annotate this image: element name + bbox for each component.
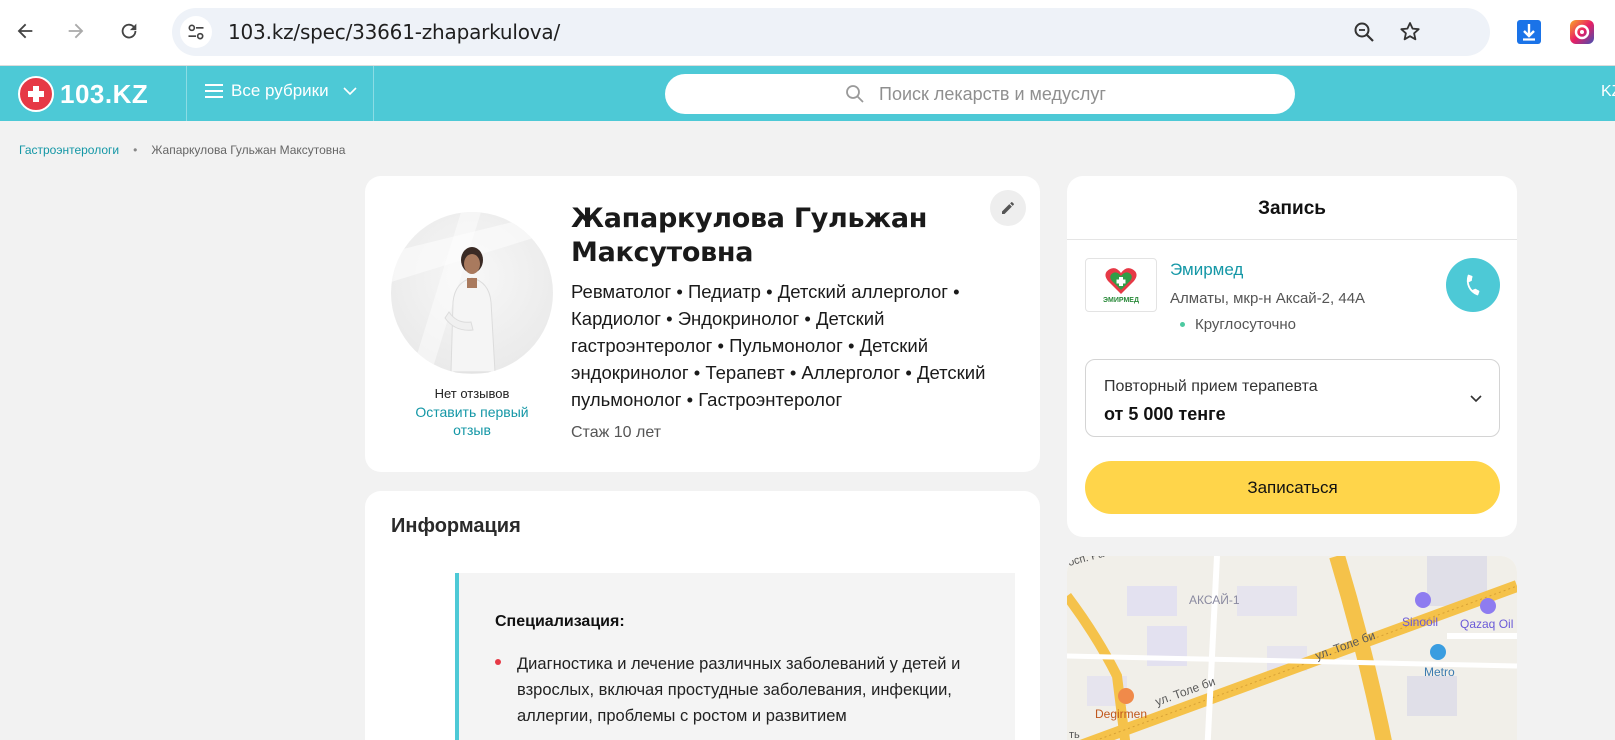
breadcrumb-current: Жапаркулова Гульжан Максутовна <box>151 143 346 157</box>
booking-title: Запись <box>1258 198 1326 219</box>
browser-toolbar: 103.kz/spec/33661-zhaparkulova/ <box>0 0 1615 66</box>
doctor-experience: Стаж 10 лет <box>571 424 662 441</box>
reload-icon <box>121 23 137 39</box>
open-status-dot <box>1180 322 1185 327</box>
clinic-logo[interactable]: ЭМИРМЕД <box>1085 258 1157 312</box>
doctor-name: Жапаркулова Гульжан Максутовна <box>571 203 928 268</box>
service-select[interactable]: Повторный прием терапевта от 5 000 тенге <box>1085 359 1500 437</box>
site-logo[interactable]: 103.KZ <box>18 76 148 112</box>
tune-icon <box>188 24 204 40</box>
forward-button[interactable] <box>59 14 93 48</box>
reload-button[interactable] <box>112 14 146 48</box>
heart-logo-icon <box>1105 268 1137 294</box>
clinic-hours-text: Круглосуточно <box>1195 316 1296 333</box>
map-street-label: ть <box>1069 729 1080 740</box>
header-divider <box>186 66 187 121</box>
search-icon <box>846 85 864 103</box>
hamburger-icon <box>205 84 223 98</box>
specialization-text: Диагностика и лечение различных заболева… <box>517 655 961 725</box>
bullet-icon <box>495 659 501 665</box>
map-poi-label: Degirmen <box>1095 707 1147 721</box>
extension-icon[interactable] <box>1568 18 1596 46</box>
no-reviews-text: Нет отзывов <box>434 386 510 401</box>
chevron-down-icon <box>343 87 357 96</box>
site-info-button[interactable] <box>180 16 212 48</box>
address-bar[interactable]: 103.kz/spec/33661-zhaparkulova/ <box>172 8 1490 56</box>
book-appointment-button[interactable]: Записаться <box>1085 461 1500 514</box>
breadcrumb: Гастроэнтерологи • Жапаркулова Гульжан М… <box>19 143 345 157</box>
rubrics-label: Все рубрики <box>231 81 329 100</box>
service-price: от 5 000 тенге <box>1104 404 1226 424</box>
divider <box>1067 239 1517 240</box>
list-item: Диагностика и лечение различных заболева… <box>495 651 975 729</box>
logo-text: 103.KZ <box>60 78 149 109</box>
specialization-block: Специализация: Диагностика и лечение раз… <box>455 573 1015 740</box>
booking-card: Запись ЭМИРМЕД Эмирмед Алматы, мкр-н Акс… <box>1067 176 1517 537</box>
specialization-heading: Специализация: <box>495 613 625 630</box>
language-switch[interactable]: KZ <box>1601 83 1615 101</box>
call-button[interactable] <box>1446 258 1500 312</box>
url-text[interactable]: 103.kz/spec/33661-zhaparkulova/ <box>228 20 560 44</box>
map-poi-label: Sinooil <box>1402 615 1438 629</box>
fuel-station-icon <box>1415 592 1431 608</box>
rubrics-menu-button[interactable]: Все рубрики <box>205 81 357 101</box>
clinic-map[interactable]: АКСАЙ-1 ул. Толе би ул. Толе би Sinooil … <box>1067 556 1517 740</box>
clinic-logo-text: ЭМИРМЕД <box>1103 297 1139 304</box>
map-poi-label: Qazaq Oil <box>1460 617 1513 631</box>
map-district-label: АКСАЙ-1 <box>1189 592 1240 607</box>
search-box[interactable] <box>665 74 1295 114</box>
phone-icon <box>1466 274 1480 296</box>
information-title: Информация <box>391 515 521 537</box>
forward-arrow-icon <box>68 23 84 39</box>
header-divider <box>373 66 374 121</box>
back-arrow-icon <box>17 23 33 39</box>
clinic-name-link[interactable]: Эмирмед <box>1170 260 1243 280</box>
chevron-down-icon <box>1470 395 1482 403</box>
breadcrumb-link-gastroenterologists[interactable]: Гастроэнтерологи <box>19 143 119 157</box>
fuel-station-icon <box>1480 598 1496 614</box>
zoom-icon[interactable] <box>1352 20 1376 44</box>
download-icon[interactable] <box>1515 18 1543 46</box>
search-input[interactable] <box>879 80 1279 108</box>
medical-cross-icon <box>18 76 54 112</box>
site-header: 103.KZ Все рубрики KZ <box>0 66 1615 121</box>
clinic-hours: Круглосуточно <box>1180 316 1296 333</box>
leave-review-link[interactable]: Оставить первый отзыв <box>407 403 537 439</box>
cafe-icon <box>1118 688 1134 704</box>
map-poi-label: Metro <box>1424 665 1455 679</box>
doctor-profile-card: Нет отзывов Оставить первый отзыв Жапарк… <box>365 176 1040 472</box>
back-button[interactable] <box>8 14 42 48</box>
doctor-avatar <box>391 212 553 374</box>
bookmark-star-icon[interactable] <box>1398 20 1422 44</box>
clinic-address: Алматы, мкр-н Аксай-2, 44А <box>1170 290 1366 307</box>
information-card: Информация Специализация: Диагностика и … <box>365 491 1040 740</box>
service-name: Повторный прием терапевта <box>1104 378 1318 395</box>
shop-icon <box>1430 644 1446 660</box>
doctor-specialties: Ревматолог • Педиатр • Детский аллерголо… <box>571 281 986 410</box>
breadcrumb-separator: • <box>133 143 138 157</box>
